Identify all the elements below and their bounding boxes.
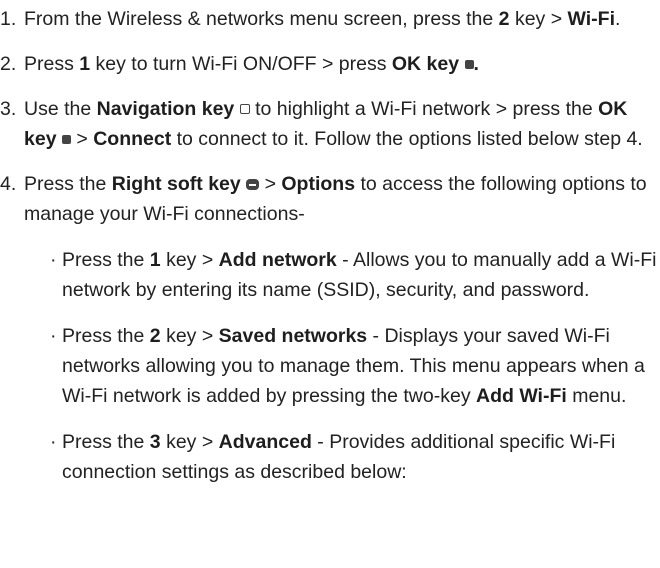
bullet: · — [50, 431, 57, 453]
ok-key-icon — [464, 60, 474, 69]
step-number: 2. — [0, 53, 17, 75]
step-2: 2. Press 1 key to turn Wi-Fi ON/OFF > pr… — [0, 49, 660, 79]
options-label: Options — [281, 173, 356, 195]
right-soft-key-label: Right soft key — [111, 173, 241, 195]
option-advanced: · Press the 3 key > Advanced - Provides … — [0, 427, 660, 487]
option-saved-networks: · Press the 2 key > Saved networks - Dis… — [0, 321, 660, 411]
connect-label: Connect — [93, 128, 172, 150]
step-number: 1. — [0, 8, 17, 30]
navigation-key-icon — [239, 104, 250, 114]
instructions-document: 1. From the Wireless & networks menu scr… — [0, 0, 660, 568]
step-number: 3. — [0, 98, 17, 120]
bullet: · — [50, 325, 57, 347]
wifi-menu-label: Wi-Fi — [567, 8, 616, 30]
step-number: 4. — [0, 173, 17, 195]
ok-key-icon — [61, 135, 71, 144]
bullet: · — [50, 249, 57, 271]
right-soft-key-icon — [246, 179, 260, 190]
step-3: 3. Use the Navigation key to highlight a… — [0, 94, 660, 154]
navigation-key-label: Navigation key — [96, 98, 235, 120]
ok-key-label: OK key — [391, 53, 460, 75]
step-1: 1. From the Wireless & networks menu scr… — [0, 4, 660, 34]
step-4: 4. Press the Right soft key > Options to… — [0, 169, 660, 229]
option-add-network: · Press the 1 key > Add network - Allows… — [0, 245, 660, 305]
